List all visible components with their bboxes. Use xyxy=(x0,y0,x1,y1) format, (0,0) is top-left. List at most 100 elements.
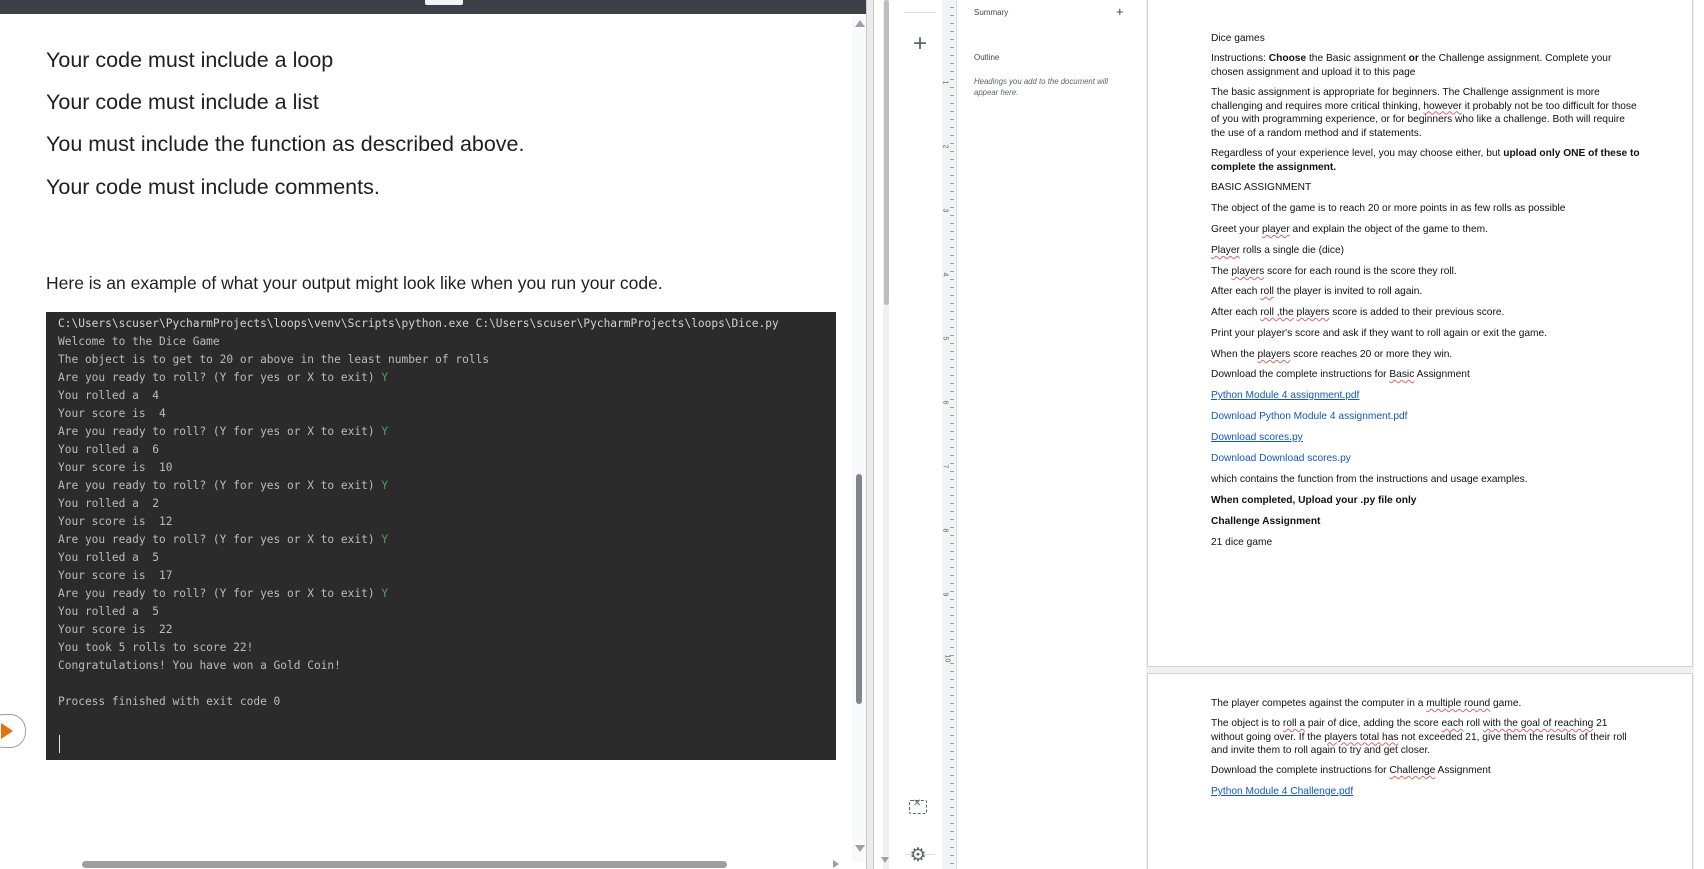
add-summary-icon[interactable]: + xyxy=(1116,4,1124,19)
terminal-line: Your score is 4 xyxy=(58,407,166,420)
terminal-line: Congratulations! You have won a Gold Coi… xyxy=(58,659,341,672)
left-pane: Your code must include a loop Your code … xyxy=(0,0,870,869)
add-icon[interactable]: + xyxy=(908,32,932,56)
doc-link-download-assignment[interactable]: Download Python Module 4 assignment.pdf xyxy=(1211,410,1641,424)
scroll-up-arrow-icon[interactable] xyxy=(855,20,865,27)
ruler-number: 9 xyxy=(941,592,949,597)
terminal-line-text: Your score is 17 xyxy=(58,569,173,582)
side-tool-rail xyxy=(890,0,943,869)
requirement-comments: Your code must include comments. xyxy=(46,175,380,199)
doc-challenge-object: The object is to roll a pair of dice, ad… xyxy=(1211,718,1627,756)
rail-divider xyxy=(905,12,935,13)
doc-download-basic: Download the complete instructions for B… xyxy=(1211,369,1470,380)
doc-link-scores[interactable]: Download scores.py xyxy=(1211,431,1641,445)
terminal-line-text: You rolled a 6 xyxy=(58,443,160,456)
terminal-line-text: Your score is 4 xyxy=(58,407,166,420)
terminal-line: Welcome to the Dice Game xyxy=(58,335,220,348)
doc-when-wins: When the players score reaches 20 or mor… xyxy=(1211,349,1453,360)
doc-link-challenge-pdf[interactable]: Python Module 4 Challenge.pdf xyxy=(1211,785,1641,799)
terminal-user-input: Y xyxy=(381,587,389,600)
doc-link-assignment-pdf[interactable]: Python Module 4 assignment.pdf xyxy=(1211,389,1641,403)
terminal-line: Your score is 17 xyxy=(58,569,173,582)
doc-download-challenge: Download the complete instructions for C… xyxy=(1211,765,1491,776)
terminal-line-text: Are you ready to roll? (Y for yes or X t… xyxy=(58,533,382,546)
terminal-line: Are you ready to roll? (Y for yes or X t… xyxy=(58,425,388,438)
terminal-line-text: You rolled a 4 xyxy=(58,389,160,402)
doc-basic-description: The basic assignment is appropriate for … xyxy=(1211,87,1637,139)
terminal-line-text: Your score is 22 xyxy=(58,623,173,636)
ruler-number: 5 xyxy=(941,336,949,341)
terminal-user-input: Y xyxy=(381,371,389,384)
doc-object: The object of the game is to reach 20 or… xyxy=(1211,203,1566,214)
terminal-line: You rolled a 2 xyxy=(58,497,159,510)
doc-regardless: Regardless of your experience level, you… xyxy=(1211,148,1640,173)
terminal-line-text: Your score is 10 xyxy=(58,461,173,474)
vertical-scroll-thumb[interactable] xyxy=(856,474,862,704)
scroll-down-arrow-icon[interactable] xyxy=(855,845,865,852)
terminal-line: Are you ready to roll? (Y for yes or X t… xyxy=(58,371,388,384)
terminal-line-text: Welcome to the Dice Game xyxy=(58,335,220,348)
example-intro: Here is an example of what your output m… xyxy=(46,273,663,293)
summary-label: Summary xyxy=(974,8,1009,17)
scroll-right-arrow-icon[interactable] xyxy=(833,860,839,868)
terminal-line-text: Your score is 12 xyxy=(58,515,173,528)
ruler-number: 10 xyxy=(943,654,951,663)
terminal-path-line: C:\Users\scuser\PycharmProjects\loops\ve… xyxy=(58,317,779,330)
ruler-number: 8 xyxy=(941,528,949,533)
terminal-line-text: Congratulations! You have won a Gold Coi… xyxy=(58,659,341,672)
doc-players-score: The players score for each round is the … xyxy=(1211,266,1457,277)
terminal-line: You rolled a 5 xyxy=(58,551,159,564)
terminal-line: Are you ready to roll? (Y for yes or X t… xyxy=(58,587,388,600)
run-button[interactable] xyxy=(0,714,26,748)
ruler-number: 3 xyxy=(941,208,949,213)
doc-after-roll-1: After each roll the player is invited to… xyxy=(1211,286,1423,297)
vertical-ruler: 1 2 3 4 5 6 7 8 9 10 xyxy=(941,0,957,869)
terminal-line: Are you ready to roll? (Y for yes or X t… xyxy=(58,479,388,492)
play-icon xyxy=(1,723,13,739)
doc-basic-heading: BASIC ASSIGNMENT xyxy=(1211,182,1312,193)
terminal-line-text: Are you ready to roll? (Y for yes or X t… xyxy=(58,479,382,492)
doc-scrollbar-thumb[interactable] xyxy=(884,0,889,305)
terminal-line: You rolled a 5 xyxy=(58,605,159,618)
outline-hint: Headings you add to the document will ap… xyxy=(974,77,1108,97)
terminal-line: Your score is 22 xyxy=(58,623,173,636)
gear-icon[interactable]: ⚙ xyxy=(908,846,928,866)
terminal-line: You took 5 rolls to score 22! xyxy=(58,641,253,654)
doc-challenge-heading: Challenge Assignment xyxy=(1211,516,1321,527)
ruler-number: 2 xyxy=(941,144,949,149)
ruler-number: 1 xyxy=(941,80,949,85)
doc-print-line: Print your player's score and ask if the… xyxy=(1211,328,1548,339)
terminal-line: The object is to get to 20 or above in t… xyxy=(58,353,489,366)
terminal-cursor xyxy=(59,735,60,753)
terminal-line: You rolled a 4 xyxy=(58,389,159,402)
terminal-user-input: Y xyxy=(381,425,389,438)
vertical-scrollbar[interactable] xyxy=(852,16,866,862)
terminal-line-text: Process finished with exit code 0 xyxy=(58,695,281,708)
doc-21-game: 21 dice game xyxy=(1211,537,1273,548)
doc-after-roll-2: After each roll ,the players score is ad… xyxy=(1211,307,1505,318)
requirement-loop: Your code must include a loop xyxy=(46,48,334,72)
terminal-user-input: Y xyxy=(381,479,389,492)
terminal-line-text: You rolled a 5 xyxy=(58,551,160,564)
ruler-number: 7 xyxy=(941,464,949,469)
terminal-line: Process finished with exit code 0 xyxy=(58,695,280,708)
outline-label: Outline xyxy=(974,53,1000,62)
doc-link-download-scores[interactable]: Download Download scores.py xyxy=(1211,452,1641,466)
doc-player-rolls: Player rolls a single die (dice) xyxy=(1211,245,1345,256)
terminal-line-text: Are you ready to roll? (Y for yes or X t… xyxy=(58,425,382,438)
doc-scroll-down-icon[interactable] xyxy=(881,857,889,863)
active-tab-marker[interactable] xyxy=(425,0,463,5)
pane-splitter[interactable] xyxy=(866,0,874,869)
terminal-user-input: Y xyxy=(381,533,389,546)
horizontal-scroll-thumb[interactable] xyxy=(82,861,727,868)
fit-to-screen-icon[interactable]: ✕ xyxy=(909,798,927,814)
terminal-line-text: Are you ready to roll? (Y for yes or X t… xyxy=(58,587,382,600)
terminal-line-text: You took 5 rolls to score 22! xyxy=(58,641,254,654)
terminal-line-text: The object is to get to 20 or above in t… xyxy=(58,353,490,366)
terminal-line: Are you ready to roll? (Y for yes or X t… xyxy=(58,533,388,546)
terminal-line-text: You rolled a 5 xyxy=(58,605,160,618)
top-toolbar xyxy=(0,0,870,14)
doc-upload-line: When completed, Upload your .py file onl… xyxy=(1211,495,1417,506)
doc-contains: which contains the function from the ins… xyxy=(1211,474,1528,485)
ruler-number: 6 xyxy=(941,400,949,405)
